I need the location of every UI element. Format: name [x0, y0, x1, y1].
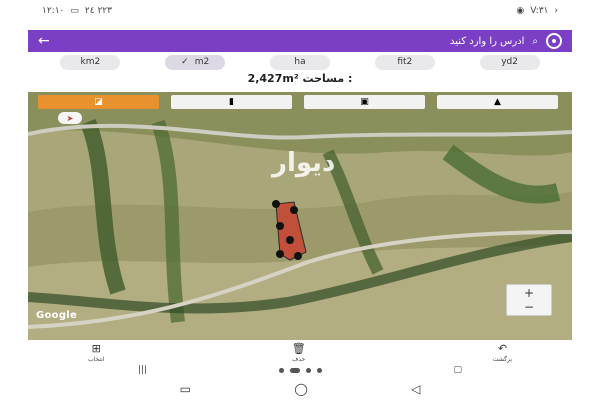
check-icon: ✓	[181, 57, 189, 67]
unit-label: fit2	[397, 57, 413, 67]
area-readout: 2,427m² مساحت :	[28, 72, 572, 90]
status-bar: ۱۲:۱۰ ▭ ۲٤ ۲۲۳ ◉ V:۳۱ ›	[28, 0, 572, 22]
unit-chip-ha[interactable]: ha	[269, 54, 330, 70]
unit-chip-m2[interactable]: ✓ m2	[165, 54, 226, 70]
zoom-control: + −	[506, 284, 552, 316]
terrain-icon: ▲	[494, 97, 501, 107]
search-bar[interactable]: ادرس را وارد کنید ⌕	[450, 33, 562, 49]
home-icon[interactable]: ◯	[294, 382, 307, 396]
stack-icon[interactable]: ▢	[453, 365, 462, 375]
map-attribution: Google	[36, 310, 78, 321]
unit-chip-fit2[interactable]: fit2	[374, 54, 435, 70]
bottom-actions: ⊞ انتخاب 🗑 حذف ↶ برگشت	[28, 342, 572, 364]
tool-terrain[interactable]: ▲	[437, 95, 558, 109]
status-right: ◉ V:۳۱ ›	[516, 6, 558, 16]
battery-icon: ▭	[70, 6, 79, 16]
top-app-bar: ← ادرس را وارد کنید ⌕	[28, 30, 572, 52]
status-left-info: ۲٤ ۲۲۳	[84, 6, 112, 16]
unit-selector: km2 ✓ m2 ha fit2 yd2	[28, 53, 572, 71]
system-nav: ▭ ◯ ◁	[28, 380, 572, 398]
back-arrow-icon[interactable]: ←	[38, 33, 50, 49]
area-label: مساحت :	[302, 72, 353, 85]
bookmark-icon: ▮	[229, 97, 234, 107]
zoom-out-button[interactable]: −	[524, 301, 534, 313]
satellite-imagery	[28, 92, 572, 340]
compass-icon[interactable]: ➤	[58, 112, 82, 124]
unit-label: ha	[294, 57, 306, 67]
delete-label: حذف	[292, 356, 306, 363]
unit-chip-km2[interactable]: km2	[60, 54, 121, 70]
status-right-time: V:۳۱	[530, 6, 549, 16]
unit-label: yd2	[501, 57, 518, 67]
gesture-strip: ||| ▢	[28, 364, 572, 376]
undo-icon: ↶	[497, 342, 508, 355]
tool-image[interactable]: ▣	[304, 95, 425, 109]
select-button[interactable]: ⊞ انتخاب	[88, 342, 105, 364]
camera-icon: ◉	[516, 6, 525, 16]
trash-icon: 🗑	[291, 342, 306, 355]
tool-bookmark[interactable]: ▮	[171, 95, 292, 109]
select-label: انتخاب	[88, 356, 105, 363]
chevron-right-icon: ›	[554, 6, 558, 16]
delete-button[interactable]: 🗑 حذف	[292, 342, 306, 364]
area-value: 2,427m²	[247, 72, 299, 85]
unit-label: km2	[80, 57, 101, 67]
undo-label: برگشت	[492, 356, 512, 363]
page-dots	[278, 367, 322, 373]
watermark-logo: دیوار	[272, 148, 336, 178]
back-icon[interactable]: ◁	[411, 382, 420, 396]
unit-chip-yd2[interactable]: yd2	[479, 54, 540, 70]
recents-icon[interactable]: ▭	[180, 382, 191, 396]
page-dot	[316, 367, 322, 373]
page-dot	[278, 367, 284, 373]
page-dot	[305, 367, 311, 373]
search-icon[interactable]: ⌕	[532, 36, 538, 47]
unit-label: m2	[194, 57, 210, 67]
tool-map-mode[interactable]: ◪	[38, 95, 159, 109]
status-time: ۱۲:۱۰	[42, 6, 65, 16]
zoom-in-button[interactable]: +	[524, 287, 534, 299]
search-input[interactable]: ادرس را وارد کنید	[450, 36, 524, 47]
status-left: ۱۲:۱۰ ▭ ۲٤ ۲۲۳	[42, 6, 112, 16]
undo-button[interactable]: ↶ برگشت	[493, 342, 512, 364]
select-icon: ⊞	[91, 342, 101, 355]
map-layer-icon: ◪	[94, 97, 103, 107]
my-location-icon[interactable]	[546, 33, 562, 49]
menu-lines-icon[interactable]: |||	[138, 365, 147, 375]
page-dot-active	[289, 367, 300, 373]
satellite-map[interactable]: ◪ ▮ ▣ ▲ ➤ دیوار + − Google	[28, 92, 572, 340]
image-icon: ▣	[360, 97, 369, 107]
map-tools: ◪ ▮ ▣ ▲	[38, 95, 558, 109]
phone-screen: ۱۲:۱۰ ▭ ۲٤ ۲۲۳ ◉ V:۳۱ › ← ادرس را وارد ک…	[28, 0, 572, 400]
